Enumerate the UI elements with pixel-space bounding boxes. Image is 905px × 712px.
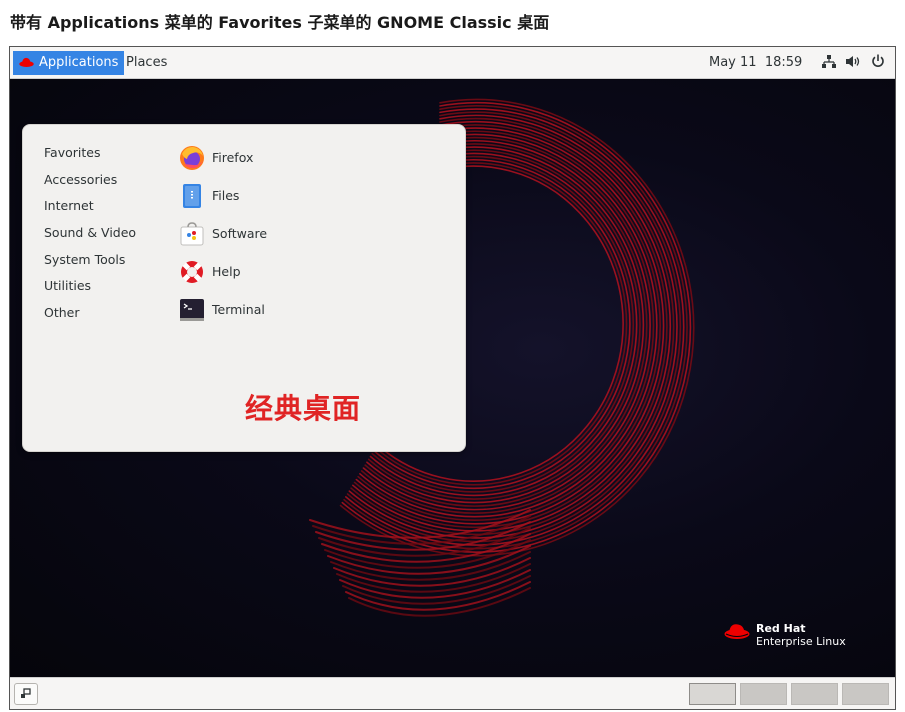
workspace-2[interactable] [740,683,787,705]
category-item[interactable]: Utilities [44,276,136,303]
app-list: Firefox Files Software Help Terminal [179,143,329,333]
clock[interactable]: May 11 18:59 [709,51,802,75]
workspace-3[interactable] [791,683,838,705]
category-item[interactable]: Favorites [44,143,136,170]
workspace-4[interactable] [842,683,889,705]
firefox-icon [180,146,204,170]
app-item-firefox[interactable]: Firefox [179,143,329,181]
category-list: Favorites Accessories Internet Sound & Vide… [44,143,136,330]
category-item[interactable]: Other [44,303,136,330]
app-label-terminal: Terminal [212,302,265,317]
app-item-help[interactable]: Help [179,257,329,295]
classic-desktop-annotation: 经典桌面 [245,392,362,425]
volume-icon [846,55,860,67]
app-item-software[interactable]: Software [179,219,329,257]
network-icon [822,54,836,68]
help-icon [181,261,203,283]
software-icon [180,222,204,246]
show-desktop-button[interactable] [14,683,38,705]
app-label-help: Help [212,264,241,279]
redhat-logo-icon [19,57,34,67]
files-icon [183,184,201,208]
category-item[interactable]: Accessories [44,170,136,197]
workspace-1[interactable] [689,683,736,705]
bottom-panel [10,677,895,709]
category-item[interactable]: System Tools [44,250,136,277]
app-label-files: Files [212,188,240,203]
app-item-files[interactable]: Files [179,181,329,219]
category-item[interactable]: Internet [44,196,136,223]
redhat-hat-icon [724,624,750,639]
gnome-desktop-screen: Applications Places May 11 18:59 Favorit… [9,46,896,710]
show-desktop-icon [21,688,31,698]
applications-menu-popup: Favorites Accessories Internet Sound & Vide… [22,124,466,452]
app-item-terminal[interactable]: Terminal [179,295,329,333]
power-icon [872,54,884,67]
page-caption: 带有 Applications 菜单的 Favorites 子菜单的 GNOME… [10,13,550,32]
redhat-enterprise-logo: Red Hat Enterprise Linux [724,623,846,648]
places-menu-button[interactable]: Places [120,51,173,75]
applications-menu-button[interactable]: Applications [13,51,125,75]
brand-line-2: Enterprise Linux [756,635,846,648]
system-tray[interactable] [822,54,885,68]
category-item[interactable]: Sound & Video [44,223,136,250]
app-label-firefox: Firefox [212,150,254,165]
applications-label: Applications [39,55,119,70]
terminal-icon [180,299,204,321]
brand-line-1: Red Hat [756,622,806,635]
desktop-background: Favorites Accessories Internet Sound & Vide… [10,80,895,677]
app-label-software: Software [212,226,268,241]
top-bar: Applications Places May 11 18:59 [10,47,895,79]
